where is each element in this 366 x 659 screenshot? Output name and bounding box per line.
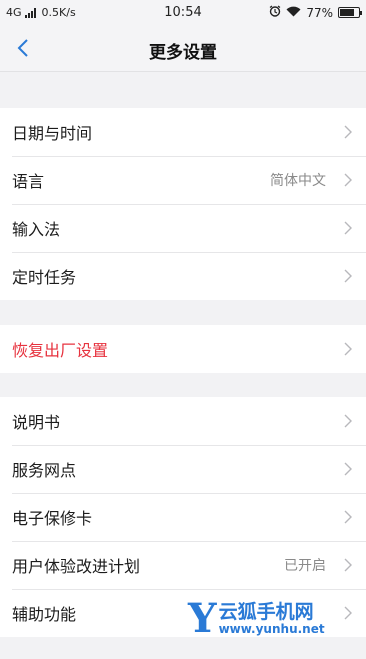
chevron-right-icon	[344, 173, 352, 187]
settings-item-factory-reset[interactable]: 恢复出厂设置	[0, 325, 366, 373]
settings-item-label: 服务网点	[12, 461, 77, 480]
settings-item-service-outlets[interactable]: 服务网点	[0, 445, 366, 493]
settings-item-label: 说明书	[12, 413, 61, 432]
settings-item-label: 日期与时间	[12, 124, 93, 143]
alarm-icon	[269, 5, 281, 20]
watermark-name: 云狐手机网	[218, 600, 314, 623]
watermark-letter: Y	[188, 595, 217, 642]
watermark-logo: Y 云狐手机网 www.yunhu.net	[188, 598, 325, 640]
chevron-right-icon	[344, 125, 352, 139]
settings-group-reset: 恢复出厂设置	[0, 325, 366, 373]
settings-item-input-method[interactable]: 输入法	[0, 204, 366, 252]
wifi-icon	[286, 6, 301, 20]
chevron-right-icon	[344, 342, 352, 356]
settings-item-value: 简体中文	[270, 173, 326, 189]
chevron-right-icon	[344, 221, 352, 235]
battery-percent: 77%	[306, 5, 333, 20]
page-title: 更多设置	[149, 43, 217, 63]
chevron-right-icon	[344, 414, 352, 428]
settings-item-warranty-card[interactable]: 电子保修卡	[0, 493, 366, 541]
settings-item-label: 恢复出厂设置	[12, 341, 109, 360]
watermark-url: www.yunhu.net	[218, 622, 325, 637]
settings-group-general: 日期与时间 语言 简体中文 输入法 定时任务	[0, 108, 366, 300]
settings-item-language[interactable]: 语言 简体中文	[0, 156, 366, 204]
chevron-right-icon	[344, 269, 352, 283]
settings-item-scheduled-tasks[interactable]: 定时任务	[0, 252, 366, 300]
settings-item-label: 辅助功能	[12, 605, 77, 624]
settings-item-label: 输入法	[12, 220, 61, 239]
status-right: 77%	[269, 5, 362, 20]
settings-item-ux-program[interactable]: 用户体验改进计划 已开启	[0, 541, 366, 589]
chevron-right-icon	[344, 558, 352, 572]
chevron-right-icon	[344, 606, 352, 620]
settings-item-label: 用户体验改进计划	[12, 557, 141, 576]
nav-header: 更多设置	[0, 26, 366, 72]
settings-item-label: 定时任务	[12, 268, 77, 287]
chevron-right-icon	[344, 462, 352, 476]
settings-item-label: 语言	[12, 172, 45, 191]
chevron-right-icon	[344, 510, 352, 524]
status-bar: 4G 0.5K/s 10:54 77%	[0, 0, 366, 26]
settings-item-value: 已开启	[284, 558, 326, 574]
battery-icon	[338, 7, 362, 18]
settings-item-date-time[interactable]: 日期与时间	[0, 108, 366, 156]
settings-item-manual[interactable]: 说明书	[0, 397, 366, 445]
settings-item-label: 电子保修卡	[12, 509, 93, 528]
